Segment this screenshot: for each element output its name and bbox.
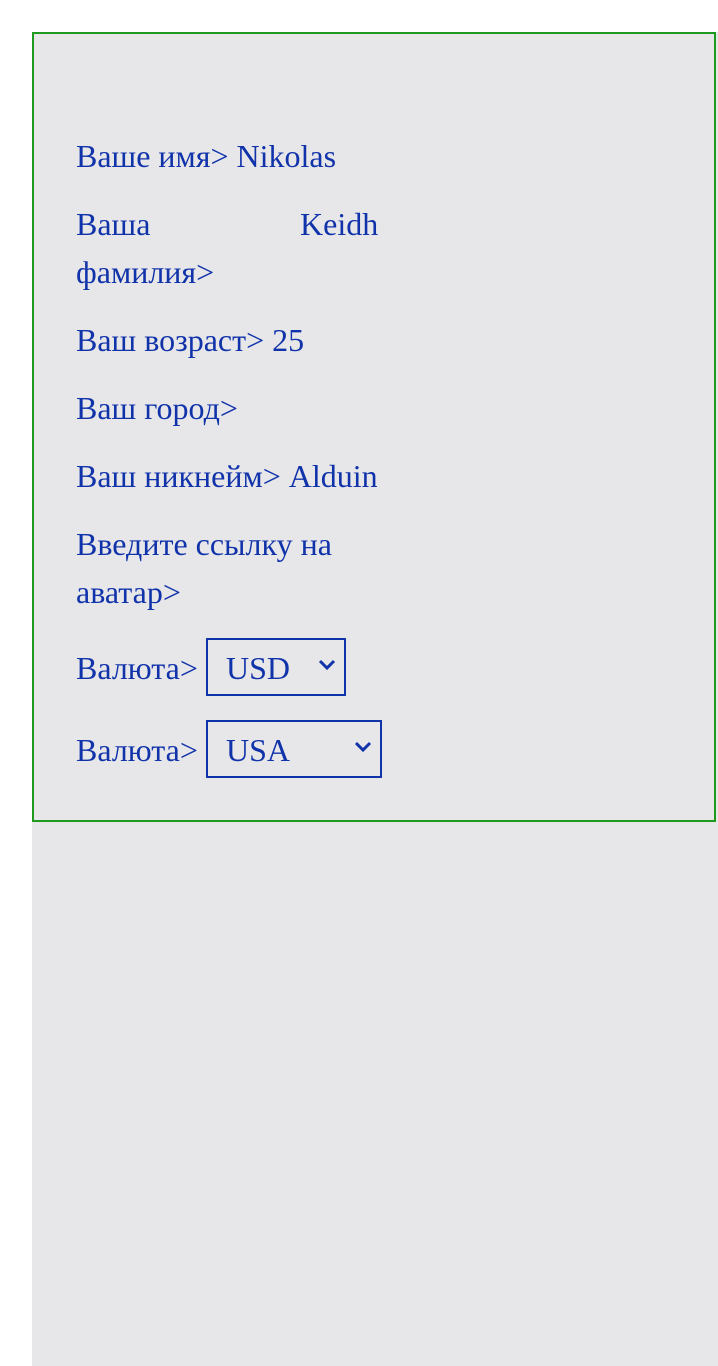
last-name-value[interactable]: Keidh xyxy=(300,200,378,248)
nickname-row: Ваш никнейм> Alduin xyxy=(76,452,378,500)
nickname-value[interactable]: Alduin xyxy=(289,458,378,494)
last-name-label: Ваша фамилия> xyxy=(76,200,266,296)
currency-selected-value: USD xyxy=(226,650,291,686)
chevron-down-icon xyxy=(354,741,372,753)
nickname-label: Ваш никнейм> xyxy=(76,458,281,494)
avatar-label: Введите ссылку на аватар> xyxy=(76,520,376,616)
first-name-label: Ваше имя> xyxy=(76,138,229,174)
currency-label: Валюта> xyxy=(76,650,198,686)
age-value[interactable]: 25 xyxy=(272,322,304,358)
profile-form-panel: Ваше имя> Nikolas Ваша фамилия> Keidh Ва… xyxy=(32,32,716,822)
avatar-label-line2: аватар> xyxy=(76,574,181,610)
age-row: Ваш возраст> 25 xyxy=(76,316,304,364)
avatar-label-line1: Введите ссылку на xyxy=(76,526,332,562)
city-label: Ваш город> xyxy=(76,390,238,426)
first-name-value[interactable]: Nikolas xyxy=(237,138,337,174)
chevron-down-icon xyxy=(318,659,336,671)
last-name-label-line2: фамилия> xyxy=(76,254,215,290)
city-row: Ваш город> xyxy=(76,384,238,432)
age-label: Ваш возраст> xyxy=(76,322,265,358)
last-name-label-line1: Ваша xyxy=(76,206,151,242)
country-selected-value: USA xyxy=(226,732,291,768)
country-label: Валюта> xyxy=(76,732,198,768)
currency-select[interactable]: USD xyxy=(206,638,346,696)
first-name-row: Ваше имя> Nikolas xyxy=(76,132,336,180)
country-select[interactable]: USA xyxy=(206,720,382,778)
